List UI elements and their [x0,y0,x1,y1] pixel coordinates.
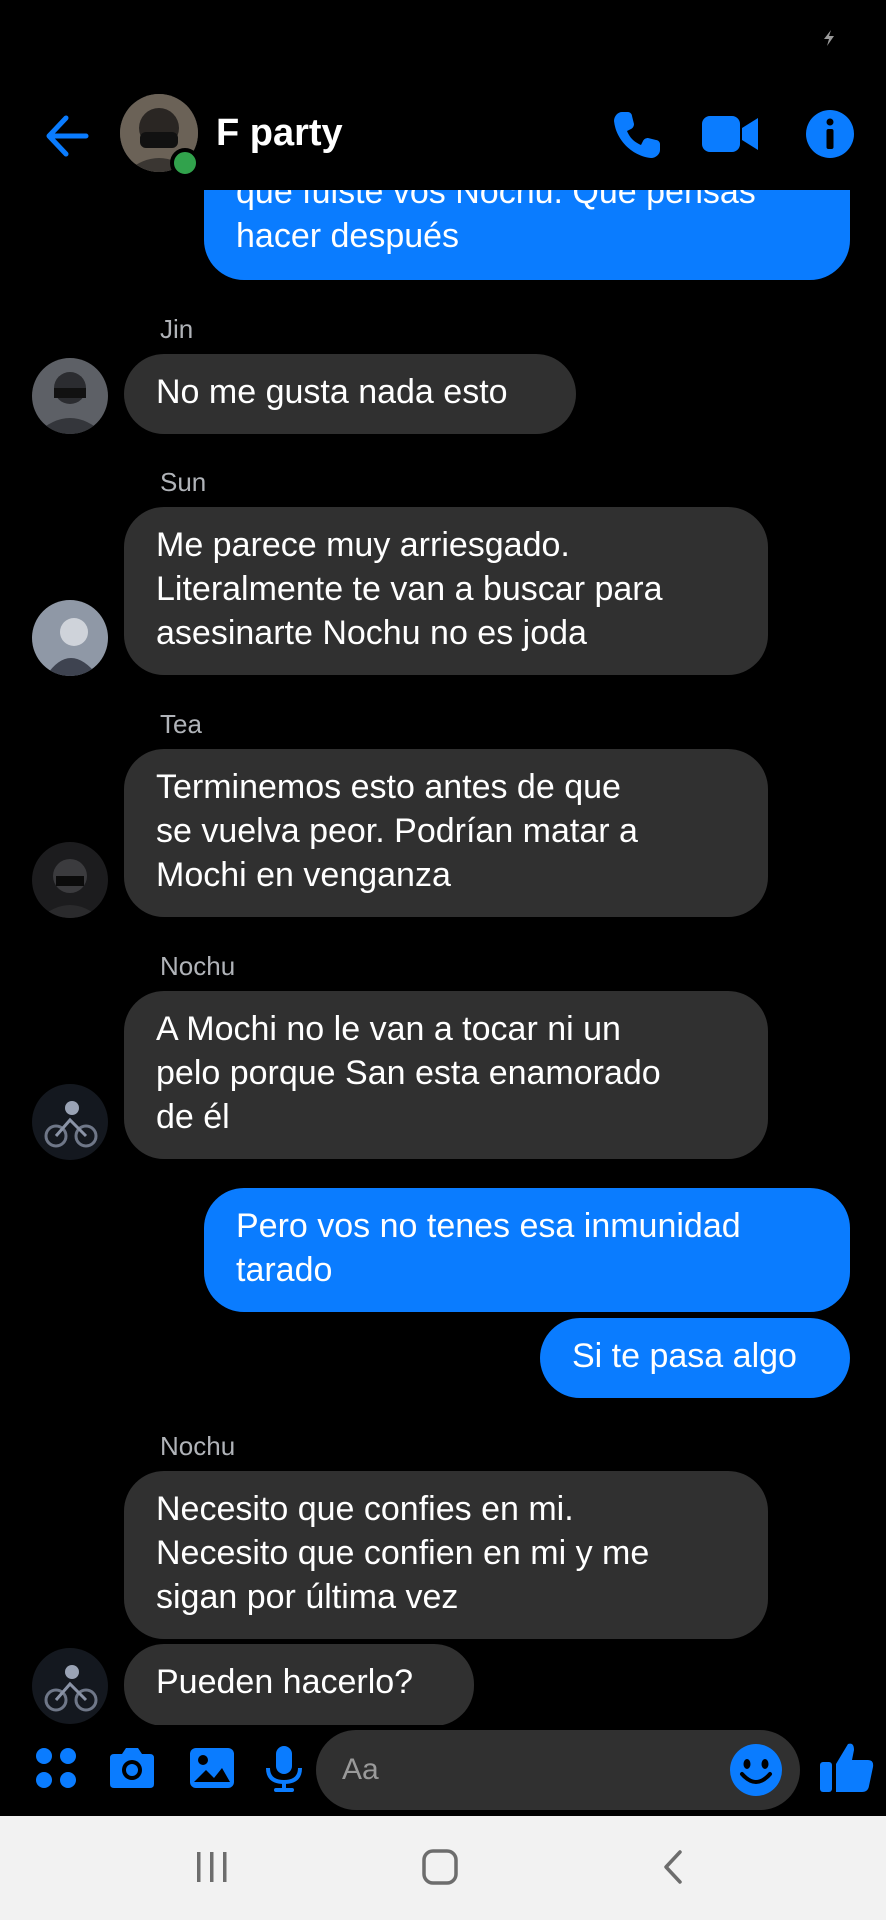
charging-icon [824,30,834,46]
camera-icon[interactable] [104,1740,160,1796]
message-bubble-outgoing[interactable]: que fuiste vos Nochu. Que pensas hacer d… [204,190,850,280]
sender-name: Tea [160,709,202,739]
avatar[interactable] [32,1084,108,1160]
chat-title[interactable]: F party [216,110,343,156]
microphone-icon[interactable] [256,1740,312,1796]
emoji-icon[interactable] [726,1740,786,1800]
chat-header: F party [0,80,886,190]
recents-icon[interactable] [192,1848,242,1888]
system-navigation-bar [0,1816,886,1920]
avatar[interactable] [32,1648,108,1724]
sender-name: Nochu [160,951,236,981]
status-bar [0,0,886,80]
apps-icon[interactable] [28,1740,84,1796]
message-bubble-incoming[interactable]: A Mochi no le van a tocar ni un pelo por… [124,991,768,1159]
back-arrow-icon[interactable] [40,108,96,164]
video-camera-icon[interactable] [700,104,760,164]
message-composer: Aa [0,1728,886,1814]
gallery-icon[interactable] [184,1740,240,1796]
message-bubble-incoming[interactable]: Me parece muy arriesgado. Literalmente t… [124,507,768,675]
home-icon[interactable] [416,1848,466,1888]
message-bubble-incoming[interactable]: No me gusta nada esto [124,354,576,434]
avatar[interactable] [32,600,108,676]
message-input[interactable]: Aa [316,1730,800,1810]
sender-name: Jin [160,314,194,344]
sender-name: Nochu [160,1431,236,1461]
avatar[interactable] [32,842,108,918]
message-bubble-outgoing[interactable]: Pero vos no tenes esa inmunidad tarado [204,1188,850,1312]
phone-icon[interactable] [608,104,668,164]
message-bubble-incoming[interactable]: Pueden hacerlo? [124,1644,474,1725]
message-bubble-incoming[interactable]: Necesito que confies en mi. Necesito que… [124,1471,768,1639]
online-status-dot [170,148,200,178]
back-icon[interactable] [650,1848,700,1888]
sender-name: Sun [160,467,207,497]
info-icon[interactable] [800,104,860,164]
message-input-placeholder: Aa [342,1753,379,1786]
message-bubble-outgoing[interactable]: Si te pasa algo [540,1318,850,1398]
thumbs-up-icon[interactable] [816,1736,878,1798]
message-bubble-incoming[interactable]: Terminemos esto antes de que se vuelva p… [124,749,768,917]
avatar[interactable] [32,358,108,434]
message-list[interactable]: que fuiste vos Nochu. Que pensas hacer d… [0,190,886,1725]
